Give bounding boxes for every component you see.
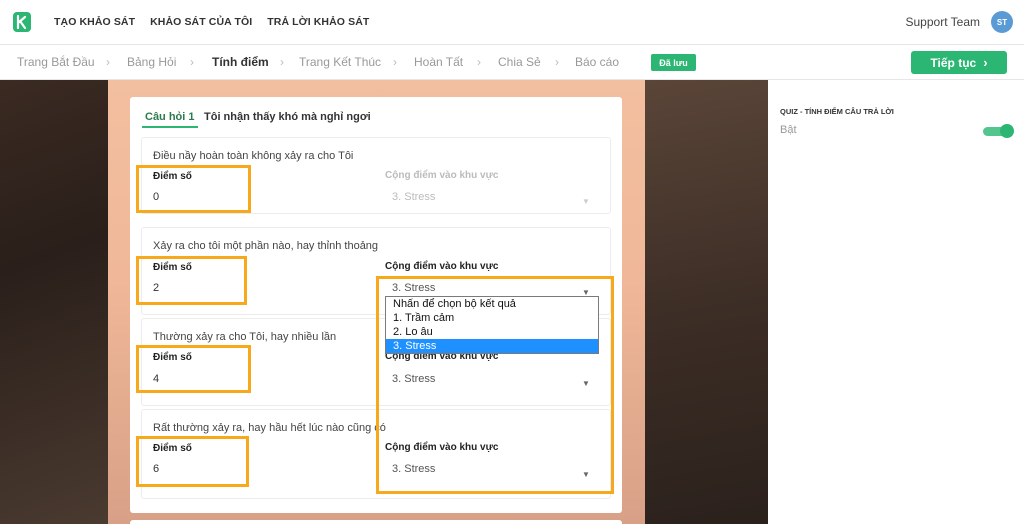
area-label: Cộng điểm vào khu vực [385,170,499,181]
dropdown-option-anxiety[interactable]: 2. Lo âu [386,325,598,339]
breadcrumb-step-finish[interactable]: Hoàn Tất [414,55,463,69]
question-number-underline [142,126,198,128]
nav-create-survey[interactable]: TẠO KHẢO SÁT [54,16,135,28]
dropdown-option-depression[interactable]: 1. Trầm cảm [386,311,598,325]
nav-answer-survey[interactable]: TRẢ LỜI KHẢO SÁT [267,16,369,28]
user-name[interactable]: Support Team [906,15,981,29]
breadcrumb: Trang Bắt Đầu › Bảng Hỏi › Tính điểm › T… [0,45,1024,80]
answer-text: Rất thường xảy ra, hay hầu hết lúc nào c… [153,422,386,434]
score-highlight [136,345,251,393]
app-logo-icon[interactable] [13,12,31,32]
dropdown-option-placeholder[interactable]: Nhấn để chọn bộ kết quả [386,297,598,311]
chevron-down-icon[interactable]: ▼ [582,197,590,206]
breadcrumb-step-share[interactable]: Chia Sẻ [498,55,541,69]
quiz-scoring-status: Bật [780,124,797,136]
answer-text: Điều nầy hoàn toàn không xảy ra cho Tôi [153,150,354,162]
score-highlight [136,165,251,213]
quiz-scoring-title: QUIZ - TÍNH ĐIỂM CÂU TRẢ LỜI [780,107,894,116]
avatar[interactable]: ST [991,11,1013,33]
area-dropdown-list[interactable]: Nhấn để chọn bộ kết quả 1. Trầm cảm 2. L… [385,296,599,354]
chevron-right-icon: › [280,55,284,69]
top-navbar: TẠO KHẢO SÁT KHẢO SÁT CỦA TÔI TRẢ LỜI KH… [0,0,1024,45]
continue-button-label: Tiếp tục [930,55,977,70]
score-highlight [136,436,249,487]
breadcrumb-step-questionnaire[interactable]: Bảng Hỏi [127,55,176,69]
score-highlight [136,256,247,305]
area-label: Cộng điểm vào khu vực [385,261,499,272]
area-select[interactable]: 3. Stress [392,191,435,203]
chevron-right-icon: › [106,55,110,69]
background-image-right [645,80,768,524]
chevron-right-icon: › [477,55,481,69]
chevron-right-icon: › [555,55,559,69]
chevron-right-icon: › [190,55,194,69]
breadcrumb-step-scoring[interactable]: Tính điểm [212,55,269,69]
toggle-knob [1000,124,1014,138]
answer-text: Xảy ra cho tôi một phần nào, hay thỉnh t… [153,240,379,252]
chevron-right-icon: › [393,55,397,69]
quiz-scoring-toggle[interactable] [983,124,1015,138]
saved-badge: Đã lưu [651,54,696,71]
breadcrumb-step-end-page[interactable]: Trang Kết Thúc [299,55,381,69]
question-number: Câu hỏi 1 [145,111,195,123]
continue-button[interactable]: Tiếp tục › [911,51,1007,74]
breadcrumb-step-start[interactable]: Trang Bắt Đầu [17,55,95,69]
nav-my-surveys[interactable]: KHẢO SÁT CỦA TÔI [150,16,252,28]
question-text: Tôi nhận thấy khó mà nghỉ ngơi [204,111,371,123]
breadcrumb-step-report[interactable]: Báo cáo [575,55,619,69]
settings-panel: QUIZ - TÍNH ĐIỂM CÂU TRẢ LỜI Bật [768,80,1024,524]
answer-text: Thường xảy ra cho Tôi, hay nhiều lần [153,331,337,343]
next-question-card [130,520,622,524]
dropdown-option-stress[interactable]: 3. Stress [386,339,598,353]
chevron-right-icon: › [983,55,988,70]
background-image-left [0,80,108,524]
